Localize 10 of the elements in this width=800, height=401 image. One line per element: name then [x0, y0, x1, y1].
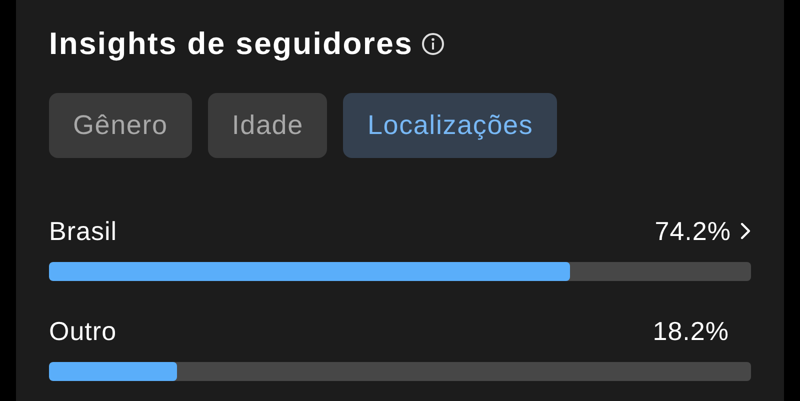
filter-tab[interactable]: Idade	[208, 93, 328, 158]
filter-tab[interactable]: Gênero	[49, 93, 192, 158]
filter-tab[interactable]: Localizações	[343, 93, 558, 158]
location-name: Outro	[49, 316, 117, 346]
location-name: Brasil	[49, 216, 118, 246]
info-icon[interactable]	[421, 32, 446, 56]
chevron-right-icon[interactable]	[739, 222, 751, 240]
section-title: Insights de seguidores	[49, 26, 414, 62]
percentage: 74.2%	[654, 216, 731, 246]
percentage: 18.2%	[652, 316, 729, 346]
